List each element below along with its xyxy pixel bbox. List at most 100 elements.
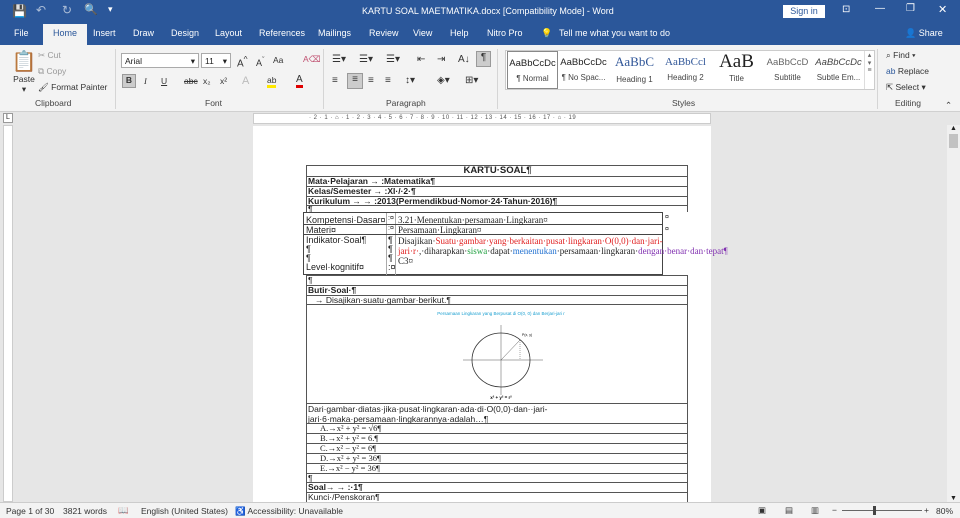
justify-icon[interactable]: ≡ bbox=[385, 75, 391, 86]
tab-insert[interactable]: Insert bbox=[93, 28, 116, 38]
strikethrough-button[interactable]: abc bbox=[184, 76, 198, 86]
print-layout-icon[interactable]: ▤ bbox=[785, 505, 793, 516]
paste-button[interactable]: 📋 Paste ▾ bbox=[10, 49, 38, 95]
tab-selector[interactable]: L bbox=[3, 113, 13, 123]
line-spacing-icon[interactable]: ↕▾ bbox=[405, 75, 415, 86]
tab-nitro-pro[interactable]: Nitro Pro bbox=[487, 28, 523, 38]
share-label: Share bbox=[918, 28, 943, 38]
vertical-scrollbar[interactable]: ▲ ▼ bbox=[947, 125, 960, 502]
shrink-font-icon[interactable]: Aˇ bbox=[256, 55, 265, 68]
replace-button[interactable]: ab Replace bbox=[886, 66, 929, 76]
font-color-icon[interactable]: A bbox=[296, 74, 303, 88]
cut-label: Cut bbox=[47, 50, 61, 60]
figure-equation: x² + y² = r² bbox=[490, 395, 512, 400]
restore-icon[interactable]: ❐ bbox=[906, 3, 915, 14]
tab-references[interactable]: References bbox=[259, 28, 305, 38]
style-heading-2[interactable]: AaBbCcl Heading 2 bbox=[660, 51, 711, 89]
clear-formatting-icon[interactable]: A⌫ bbox=[303, 54, 321, 65]
show-formatting-icon[interactable]: ¶ bbox=[476, 51, 491, 67]
word-count[interactable]: 3821 words bbox=[63, 506, 107, 516]
zoom-out-icon[interactable]: − bbox=[832, 505, 837, 515]
tab-view[interactable]: View bbox=[413, 28, 432, 38]
subscript-button[interactable]: x₂ bbox=[203, 76, 211, 86]
tab-help[interactable]: Help bbox=[450, 28, 469, 38]
bold-button[interactable]: B bbox=[122, 74, 136, 88]
superscript-button[interactable]: x² bbox=[220, 76, 227, 86]
format-painter-button[interactable]: 🖌 Format Painter bbox=[38, 82, 107, 93]
undo-icon[interactable]: ↶ bbox=[36, 3, 46, 17]
tab-mailings[interactable]: Mailings bbox=[318, 28, 351, 38]
sort-icon[interactable]: A↓ bbox=[458, 54, 470, 65]
highlight-icon[interactable]: ab bbox=[267, 75, 277, 88]
page-count[interactable]: Page 1 of 30 bbox=[6, 506, 54, 516]
horizontal-ruler[interactable]: · 2 · 1 · ⌂ · 1 · 2 · 3 · 4 · 5 · 6 · 7 … bbox=[253, 113, 711, 124]
collapse-ribbon-icon[interactable]: ⌃ bbox=[945, 100, 952, 111]
tab-home[interactable]: Home bbox=[43, 24, 88, 45]
accessibility-status[interactable]: ♿ Accessibility: Unavailable bbox=[235, 506, 343, 517]
figure-title: Persamaan Lingkaran yang Berpusat di O(0… bbox=[437, 311, 565, 316]
read-mode-icon[interactable]: ▣ bbox=[758, 505, 766, 516]
style-name: ¶ No Spac... bbox=[561, 73, 606, 82]
cut-button[interactable]: ✂ Cut bbox=[38, 50, 61, 61]
redo-icon[interactable]: ↻ bbox=[62, 3, 72, 17]
style-subtitle[interactable]: AaBbCcD Subtitle bbox=[762, 51, 813, 89]
minimize-icon[interactable]: — bbox=[875, 3, 885, 14]
align-center-icon[interactable]: ≡ bbox=[347, 73, 363, 89]
bullets-icon[interactable]: ☰▾ bbox=[332, 54, 346, 65]
style-normal[interactable]: AaBbCcDc ¶ Normal bbox=[507, 51, 558, 89]
proofing-icon[interactable]: 📖 bbox=[118, 505, 129, 516]
grow-font-icon[interactable]: A^ bbox=[237, 54, 248, 69]
styles-scroll[interactable]: ▴ ▾ ≡ bbox=[864, 51, 874, 89]
find-button[interactable]: ⌕ Find ▾ bbox=[886, 50, 916, 61]
sign-in-button[interactable]: Sign in bbox=[783, 5, 825, 18]
change-case-button[interactable]: Aa bbox=[273, 55, 283, 65]
zoom-level[interactable]: 80% bbox=[936, 506, 953, 516]
decrease-indent-icon[interactable]: ⇤ bbox=[417, 54, 425, 65]
numbering-icon[interactable]: ☰▾ bbox=[359, 54, 373, 65]
accessibility-icon: ♿ bbox=[235, 506, 246, 516]
style-heading-1[interactable]: AaBbC Heading 1 bbox=[609, 51, 660, 89]
tab-layout[interactable]: Layout bbox=[215, 28, 242, 38]
vertical-ruler[interactable] bbox=[3, 125, 13, 502]
language[interactable]: English (United States) bbox=[141, 506, 228, 516]
align-right-icon[interactable]: ≡ bbox=[368, 75, 374, 86]
italic-button[interactable]: I bbox=[144, 76, 147, 86]
save-icon[interactable]: 💾 bbox=[12, 4, 27, 18]
style-subtle-emphasis[interactable]: AaBbCcDc Subtle Em... bbox=[813, 51, 864, 89]
underline-button[interactable]: U bbox=[161, 76, 167, 86]
close-icon[interactable]: ✕ bbox=[938, 3, 947, 16]
title-bar: 💾 ↶ ↻ 🔍 ▾ KARTU SOAL MAETMATIKA.docx [Co… bbox=[0, 0, 960, 22]
zoom-in-icon[interactable]: + bbox=[924, 505, 929, 515]
text-effects-icon[interactable]: A bbox=[242, 75, 249, 87]
customize-qat-icon[interactable]: ▾ bbox=[108, 4, 113, 15]
tab-review[interactable]: Review bbox=[369, 28, 399, 38]
share-button[interactable]: 👤 Share bbox=[905, 28, 943, 39]
style-name: ¶ Normal bbox=[516, 74, 549, 83]
tell-me-search[interactable]: Tell me what you want to do bbox=[559, 28, 670, 38]
colon: :¤ bbox=[388, 225, 394, 232]
style-no-spacing[interactable]: AaBbCcDc ¶ No Spac... bbox=[558, 51, 609, 89]
style-preview: AaBbCcDc bbox=[560, 57, 607, 68]
copy-icon: ⧉ bbox=[38, 66, 45, 76]
increase-indent-icon[interactable]: ⇥ bbox=[437, 54, 445, 65]
web-layout-icon[interactable]: ▥ bbox=[811, 505, 819, 516]
print-preview-icon[interactable]: 🔍 bbox=[84, 3, 98, 16]
search-icon: ⌕ bbox=[886, 50, 891, 60]
ribbon-display-icon[interactable]: ⊡ bbox=[842, 4, 850, 15]
style-preview: AaBbC bbox=[615, 54, 654, 69]
copy-button[interactable]: ⧉ Copy bbox=[38, 66, 66, 77]
select-button[interactable]: ⇱ Select ▾ bbox=[886, 82, 926, 93]
tab-draw[interactable]: Draw bbox=[133, 28, 154, 38]
zoom-slider-thumb[interactable] bbox=[873, 506, 876, 515]
tab-file[interactable]: File bbox=[14, 28, 29, 38]
font-size-select[interactable]: 11 ▾ bbox=[201, 53, 231, 68]
tab-design[interactable]: Design bbox=[171, 28, 199, 38]
shading-icon[interactable]: ◈▾ bbox=[437, 75, 450, 86]
zoom-slider[interactable] bbox=[842, 510, 922, 511]
align-left-icon[interactable]: ≡ bbox=[332, 75, 338, 86]
scroll-thumb[interactable] bbox=[949, 134, 958, 148]
borders-icon[interactable]: ⊞▾ bbox=[465, 75, 478, 86]
font-name-select[interactable]: Arial ▾ bbox=[121, 53, 199, 68]
style-title[interactable]: AaB Title bbox=[711, 51, 762, 89]
multilevel-list-icon[interactable]: ☰▾ bbox=[386, 54, 400, 65]
